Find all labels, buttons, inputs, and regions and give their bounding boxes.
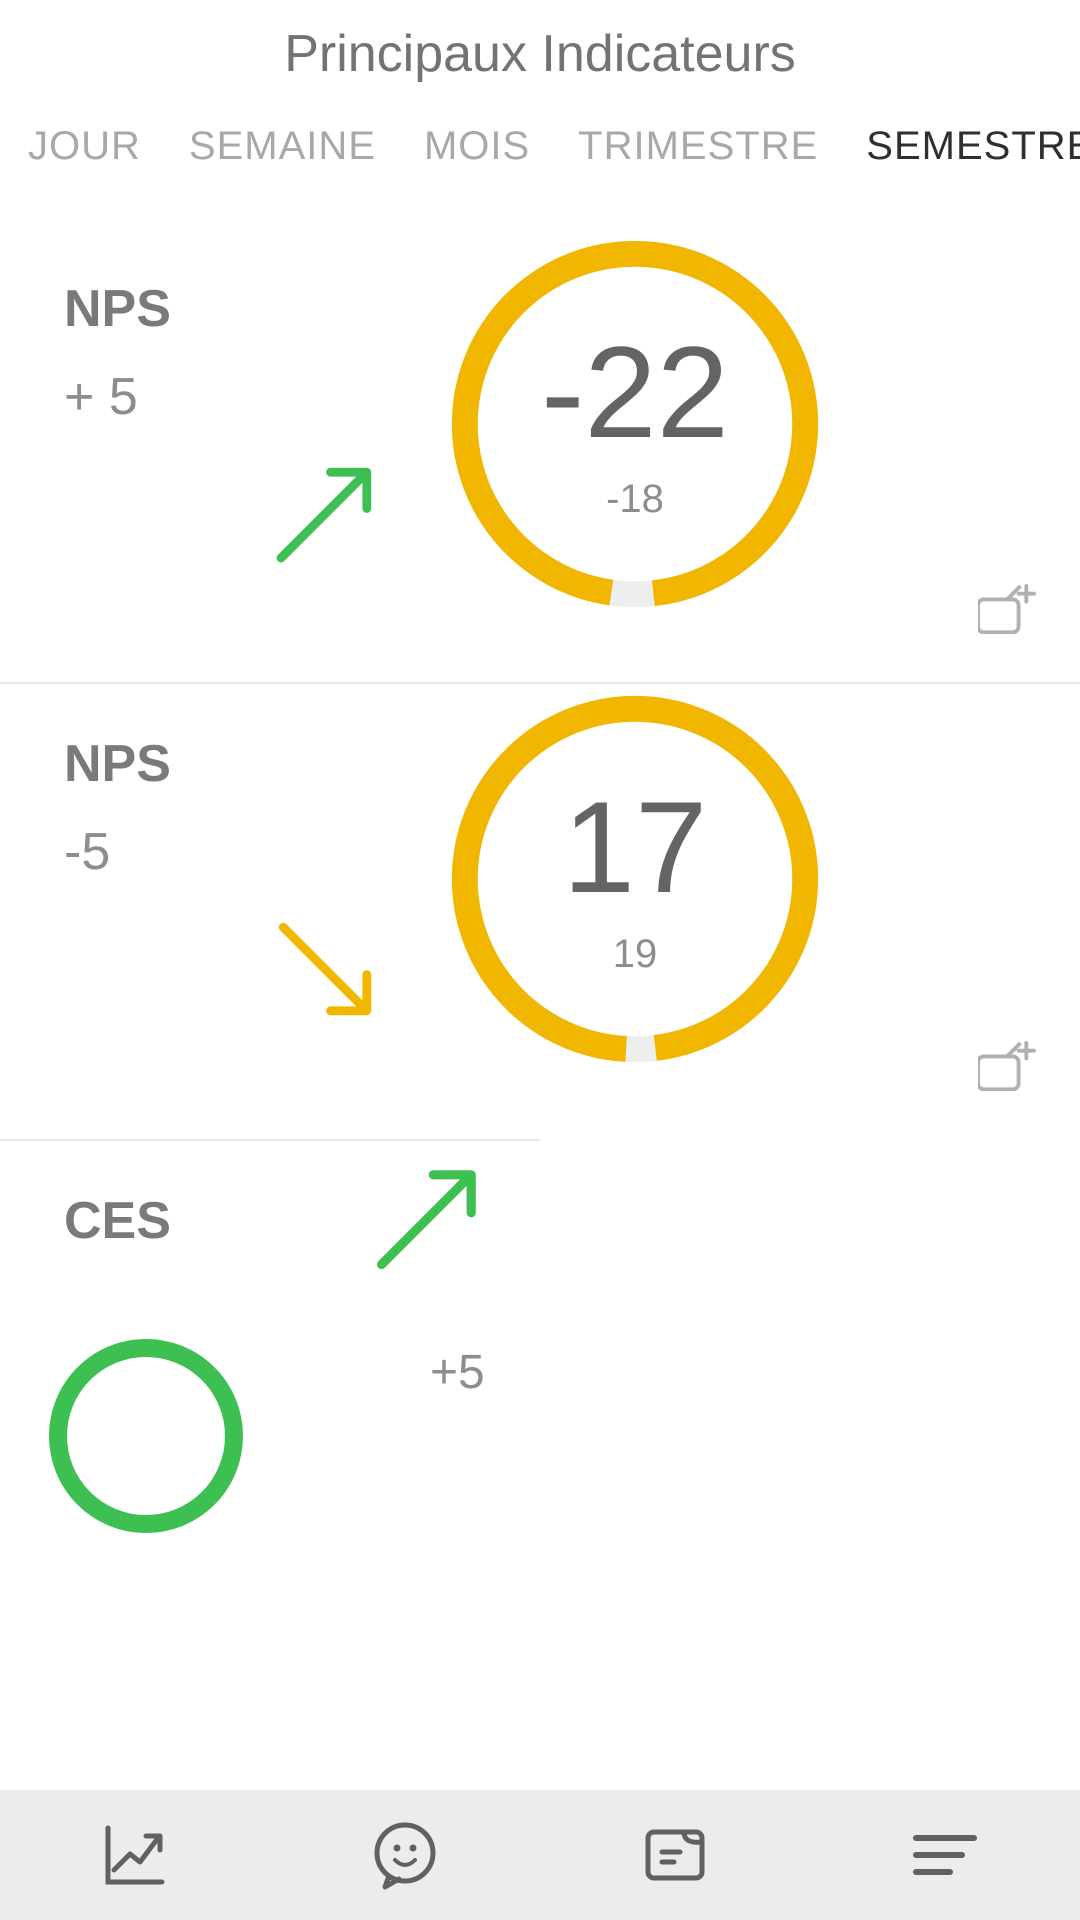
trend-arrow-up-icon [370,1161,485,1281]
trend-arrow-up-icon [270,459,380,574]
share-icon[interactable] [978,584,1036,638]
gauge-value: -22 [541,327,729,457]
gauge-value: 17 [563,782,708,912]
tab-jour[interactable]: JOUR [28,124,141,169]
kpi-card-nps-1[interactable]: NPS + 5 -22 -18 [0,229,1080,684]
gauge-ring: -22 -18 [450,239,820,609]
nav-chart-icon[interactable] [95,1815,175,1895]
nav-notes-icon[interactable] [635,1815,715,1895]
page-title: Principaux Indicateurs [0,0,1080,124]
nav-feedback-icon[interactable] [365,1815,445,1895]
kpi-card-ces[interactable]: CES +5 [0,1141,1080,1361]
nav-menu-icon[interactable] [905,1815,985,1895]
bottom-nav [0,1790,1080,1920]
tab-trimestre[interactable]: TRIMESTRE [578,124,818,169]
tab-semestre[interactable]: SEMESTRE [866,124,1080,169]
metric-title: CES [64,1191,1016,1251]
share-icon[interactable] [978,1041,1036,1095]
tab-mois[interactable]: MOIS [424,124,530,169]
kpi-card-nps-2[interactable]: NPS -5 17 19 [0,684,1080,1139]
gauge-ring: 17 19 [450,694,820,1064]
tab-semaine[interactable]: SEMAINE [189,124,376,169]
gauge-subvalue: -18 [606,477,664,522]
metric-delta: +5 [430,1345,485,1400]
period-tabs: JOUR SEMAINE MOIS TRIMESTRE SEMESTRE [0,124,1080,169]
gauge-ring [46,1336,246,1536]
gauge-subvalue: 19 [613,932,658,977]
trend-arrow-down-icon [270,914,380,1029]
kpi-cards: NPS + 5 -22 -18 [0,229,1080,1361]
